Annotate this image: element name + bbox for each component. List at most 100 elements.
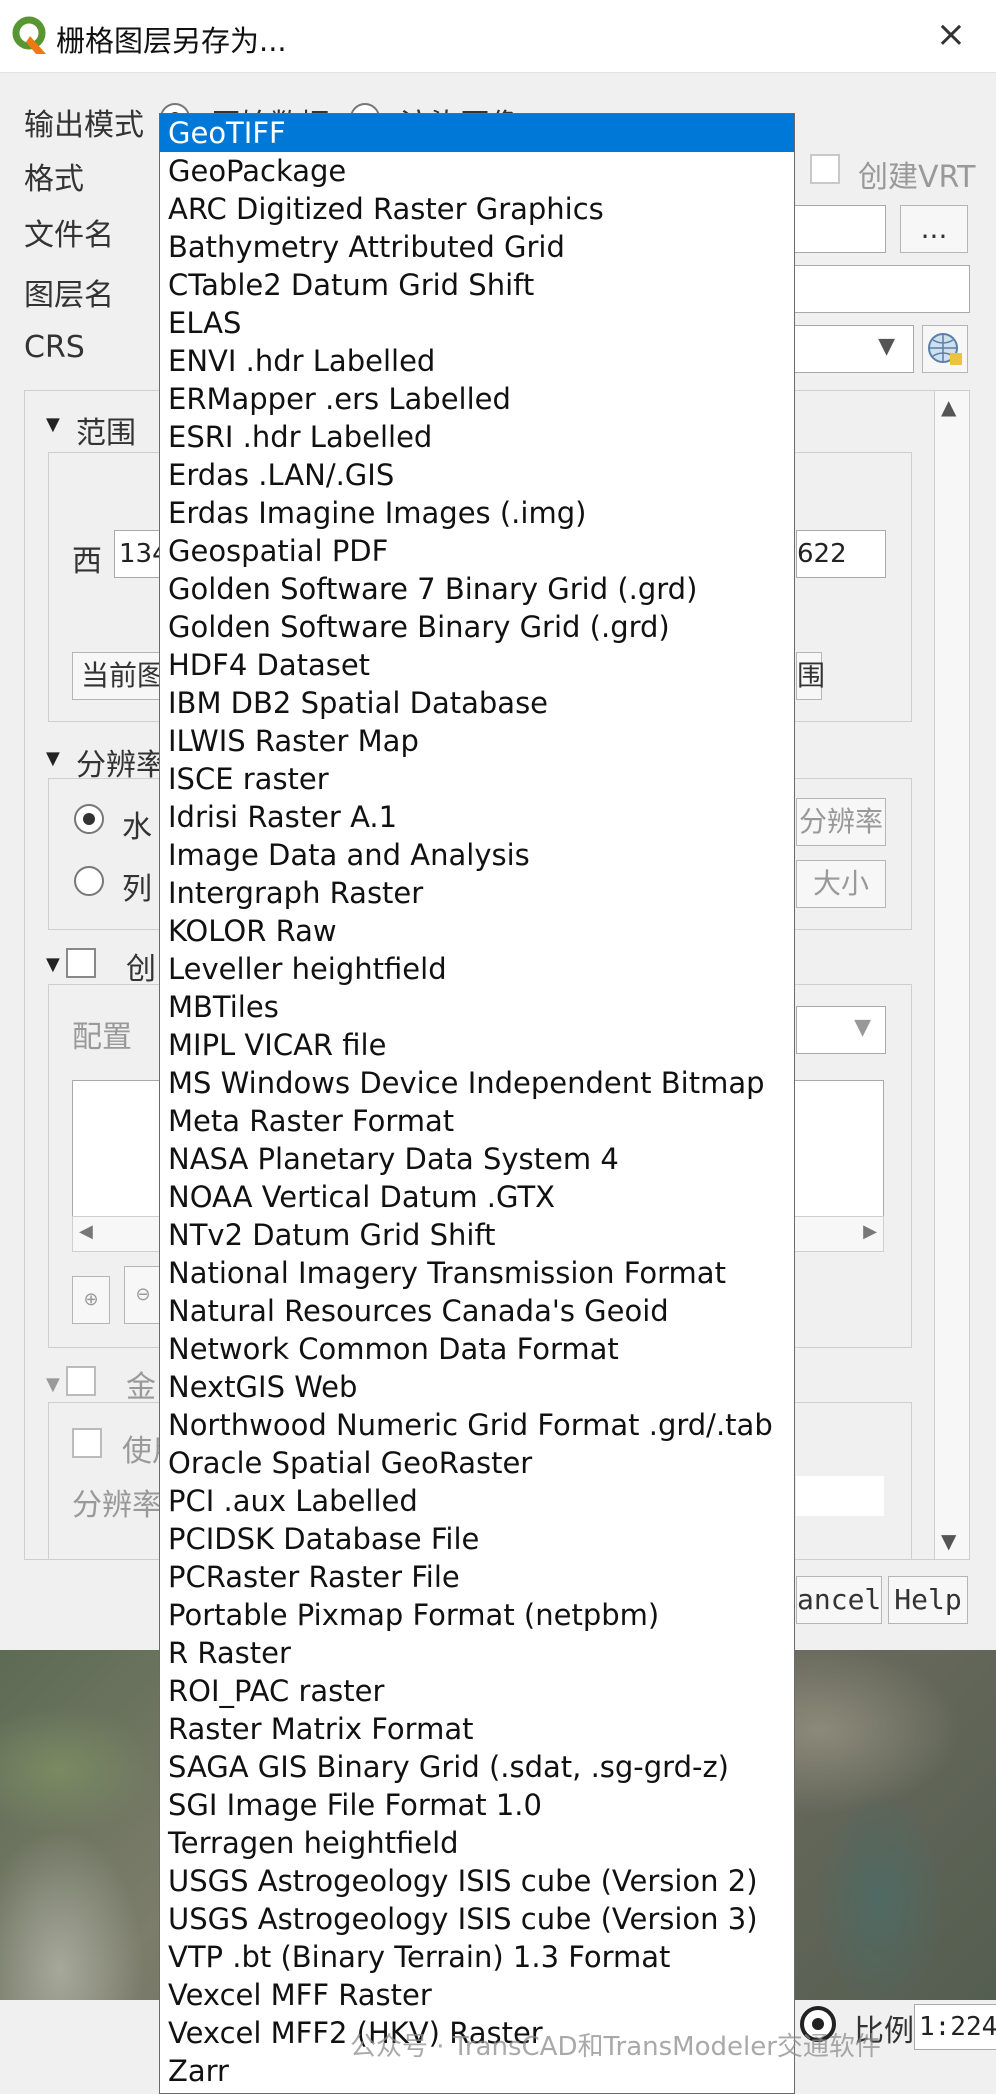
dropdown-item[interactable]: GeoTIFF [160,114,794,152]
format-dropdown-list[interactable]: GeoTIFF GeoPackage ARC Digitized Raster Gr… [159,113,795,2094]
dropdown-item[interactable]: Oracle Spatial GeoRaster [160,1444,794,1482]
crs-selector-button[interactable] [922,325,968,373]
dropdown-item[interactable]: R Raster [160,1634,794,1672]
dropdown-item[interactable]: ISCE raster [160,760,794,798]
east-field[interactable]: 622 [796,530,886,578]
browse-button[interactable]: ... [900,205,968,253]
extent-title: 范围 [76,416,136,451]
collapse-create-icon[interactable]: ▼ [46,954,60,975]
dropdown-item[interactable]: SGI Image File Format 1.0 [160,1786,794,1824]
dropdown-item[interactable]: VTP .bt (Binary Terrain) 1.3 Format [160,1938,794,1976]
dropdown-item[interactable]: PCIDSK Database File [160,1520,794,1558]
scale-field[interactable]: 1:2248 [914,2004,996,2050]
dropdown-item[interactable]: Intergraph Raster [160,874,794,912]
scroll-right-icon[interactable]: ▶ [863,1221,877,1242]
create-options-checkbox[interactable] [66,948,96,978]
dropdown-item[interactable]: Golden Software Binary Grid (.grd) [160,608,794,646]
close-icon[interactable]: × [936,14,966,55]
dropdown-item[interactable]: Natural Resources Canada's Geoid [160,1292,794,1330]
globe-icon [928,333,962,365]
dropdown-item[interactable]: Image Data and Analysis [160,836,794,874]
collapse-resolution-icon[interactable]: ▼ [46,748,60,769]
dropdown-item[interactable]: ROI_PAC raster [160,1672,794,1710]
dropdown-item[interactable]: Idrisi Raster A.1 [160,798,794,836]
create-vrt-checkbox[interactable] [810,154,840,184]
dropdown-item[interactable]: PCRaster Raster File [160,1558,794,1596]
dropdown-item[interactable]: Terragen heightfield [160,1824,794,1862]
dropdown-item[interactable]: Leveller heightfield [160,950,794,988]
dropdown-item[interactable]: Erdas Imagine Images (.img) [160,494,794,532]
dropdown-item[interactable]: NOAA Vertical Datum .GTX [160,1178,794,1216]
radio-size[interactable] [74,866,104,896]
dropdown-item[interactable]: NTv2 Datum Grid Shift [160,1216,794,1254]
collapse-extent-icon[interactable]: ▼ [46,414,60,435]
layer-name-field[interactable] [780,265,970,313]
collapse-pyramid-icon[interactable]: ▼ [46,1374,60,1395]
output-mode-label: 输出模式 [24,108,144,143]
dropdown-item[interactable]: Northwood Numeric Grid Format .grd/.tab [160,1406,794,1444]
pyramids-checkbox[interactable] [66,1366,96,1396]
scroll-down-icon[interactable]: ▼ [941,1529,956,1553]
pyramid-resolution-label: 分辨率 [72,1488,162,1523]
dropdown-item[interactable]: HDF4 Dataset [160,646,794,684]
dropdown-item[interactable]: ERMapper .ers Labelled [160,380,794,418]
dropdown-item[interactable]: KOLOR Raw [160,912,794,950]
horizontal-label: 水 [122,810,152,845]
create-vrt-label: 创建VRT [858,160,976,195]
dropdown-item[interactable]: MS Windows Device Independent Bitmap [160,1064,794,1102]
dropdown-item[interactable]: MBTiles [160,988,794,1026]
dropdown-item[interactable]: ENVI .hdr Labelled [160,342,794,380]
dropdown-item[interactable]: SAGA GIS Binary Grid (.sdat, .sg-grd-z) [160,1748,794,1786]
dropdown-item[interactable]: ESRI .hdr Labelled [160,418,794,456]
remove-option-icon[interactable]: ⊖ [124,1266,162,1324]
scroll-up-icon[interactable]: ▲ [941,395,956,419]
profile-select[interactable]: ▼ [796,1006,886,1054]
dropdown-item[interactable]: GeoPackage [160,152,794,190]
dropdown-item[interactable]: Portable Pixmap Format (netpbm) [160,1596,794,1634]
dropdown-item[interactable]: USGS Astrogeology ISIS cube (Version 2) [160,1862,794,1900]
dropdown-item[interactable]: ARC Digitized Raster Graphics [160,190,794,228]
use-existing-checkbox[interactable] [72,1428,102,1458]
dropdown-item[interactable]: Erdas .LAN/.GIS [160,456,794,494]
chevron-down-icon: ▼ [854,1015,871,1040]
dropdown-item[interactable]: Golden Software 7 Binary Grid (.grd) [160,570,794,608]
help-button[interactable]: Help [888,1576,968,1624]
filename-field[interactable] [780,205,886,253]
current-extent-button[interactable]: 当前图 [72,652,170,700]
filename-label: 文件名 [24,218,114,253]
vertical-scrollbar[interactable]: ▲ ▼ [934,390,970,1560]
west-label: 西 [72,544,102,579]
layer-size-button[interactable]: 大小 [796,860,886,908]
crs-select[interactable]: ▼ [780,325,914,373]
chevron-down-icon: ▼ [878,334,895,359]
dropdown-item[interactable]: Raster Matrix Format [160,1710,794,1748]
profile-label: 配置 [72,1020,132,1055]
watermark: 公众号 · TransCAD和TransModeler交通软件 [350,2032,881,2062]
layer-resolution-button[interactable]: 分辨率 [796,798,886,846]
dropdown-item[interactable]: Meta Raster Format [160,1102,794,1140]
dropdown-item[interactable]: ILWIS Raster Map [160,722,794,760]
cancel-button[interactable]: ancel [796,1576,882,1624]
dropdown-item[interactable]: USGS Astrogeology ISIS cube (Version 3) [160,1900,794,1938]
dropdown-item[interactable]: NASA Planetary Data System 4 [160,1140,794,1178]
layer-name-label: 图层名 [24,278,114,313]
add-option-icon[interactable]: ⊕ [72,1276,110,1324]
dropdown-item[interactable]: Vexcel MFF Raster [160,1976,794,2014]
scroll-left-icon[interactable]: ◀ [79,1221,93,1242]
dropdown-item[interactable]: CTable2 Datum Grid Shift [160,266,794,304]
dropdown-item[interactable]: NextGIS Web [160,1368,794,1406]
dropdown-item[interactable]: PCI .aux Labelled [160,1482,794,1520]
dropdown-item[interactable]: Geospatial PDF [160,532,794,570]
dropdown-item[interactable]: IBM DB2 Spatial Database [160,684,794,722]
dropdown-item[interactable]: ELAS [160,304,794,342]
dropdown-item[interactable]: Bathymetry Attributed Grid [160,228,794,266]
qgis-logo-icon [12,16,46,54]
dropdown-item[interactable]: MIPL VICAR file [160,1026,794,1064]
radio-resolution[interactable] [74,804,104,834]
pyramid-resolution-field[interactable] [796,1476,884,1516]
extent-button[interactable]: 围 [796,652,825,700]
dropdown-item[interactable]: National Imagery Transmission Format [160,1254,794,1292]
columns-label: 列 [122,872,152,907]
dropdown-item[interactable]: Network Common Data Format [160,1330,794,1368]
dropdown-items: GeoTIFF GeoPackage ARC Digitized Raster Gr… [160,114,794,2090]
